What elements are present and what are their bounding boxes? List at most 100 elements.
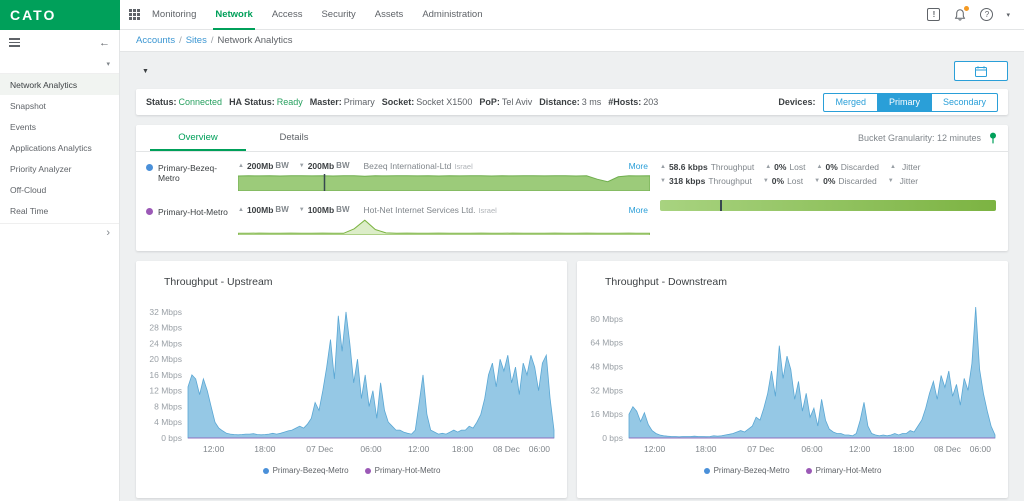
nav-item-access[interactable]: Access bbox=[272, 0, 303, 30]
svg-text:18:00: 18:00 bbox=[254, 444, 276, 454]
site-filter-dropdown-icon[interactable]: ▼ bbox=[136, 68, 149, 75]
sidebar-item-off-cloud[interactable]: Off-Cloud bbox=[0, 179, 119, 200]
content: ▼ Status:Connected HA Status:Ready Maste… bbox=[120, 52, 1024, 498]
help-icon[interactable]: ? bbox=[980, 8, 993, 21]
breadcrumb-current: Network Analytics bbox=[217, 35, 292, 46]
link-name-label: Primary-Hot-Metro bbox=[158, 207, 228, 217]
link-name-bezeq[interactable]: Primary-Bezeq-Metro bbox=[146, 158, 238, 202]
more-link[interactable]: More bbox=[629, 205, 650, 215]
legend-item-hot[interactable]: Primary-Hot-Metro bbox=[806, 466, 882, 475]
legend-dot bbox=[365, 468, 371, 474]
legend-label: Primary-Bezeq-Metro bbox=[273, 466, 349, 475]
svg-text:06:00: 06:00 bbox=[360, 444, 382, 454]
svg-text:06:00: 06:00 bbox=[528, 444, 550, 454]
main-nav: Monitoring Network Access Security Asset… bbox=[152, 0, 483, 30]
legend-dot bbox=[263, 468, 269, 474]
svg-text:12:00: 12:00 bbox=[848, 444, 870, 454]
cato-logo[interactable]: CATO bbox=[0, 0, 120, 30]
upstream-bw: ▲ 100Mb BW bbox=[238, 205, 289, 215]
legend-item-hot[interactable]: Primary-Hot-Metro bbox=[365, 466, 441, 475]
chart-legend: Primary-Bezeq-Metro Primary-Hot-Metro bbox=[577, 466, 1008, 475]
svg-text:18:00: 18:00 bbox=[892, 444, 914, 454]
nav-item-administration[interactable]: Administration bbox=[422, 0, 482, 30]
breadcrumb-separator: / bbox=[211, 35, 214, 46]
chevron-right-icon: › bbox=[106, 227, 110, 239]
sidebar-item-events[interactable]: Events bbox=[0, 116, 119, 137]
legend-dot bbox=[704, 468, 710, 474]
legend-label: Primary-Hot-Metro bbox=[816, 466, 882, 475]
nav-item-assets[interactable]: Assets bbox=[375, 0, 404, 30]
sidebar-item-snapshot[interactable]: Snapshot bbox=[0, 95, 119, 116]
master-field: Master:Primary bbox=[310, 97, 375, 107]
link-name-hot[interactable]: Primary-Hot-Metro bbox=[146, 202, 238, 246]
devices-label: Devices: bbox=[778, 97, 815, 107]
app-root: CATO Monitoring Network Access Security … bbox=[0, 0, 1024, 501]
up-arrow-icon: ▲ bbox=[660, 164, 666, 170]
link-detail-hot: ▲ 100Mb BW ▼ 100Mb BW Ho bbox=[238, 202, 650, 246]
tab-details[interactable]: Details bbox=[246, 125, 342, 151]
svg-text:32 Mbps: 32 Mbps bbox=[590, 385, 623, 395]
nav-item-network[interactable]: Network bbox=[215, 0, 252, 30]
downstream-bw: ▼ 200Mb BW bbox=[299, 161, 350, 171]
up-arrow-icon: ▲ bbox=[890, 164, 896, 170]
notification-badge bbox=[964, 6, 969, 11]
more-link[interactable]: More bbox=[629, 161, 650, 171]
pin-icon[interactable] bbox=[988, 132, 998, 144]
menu-icon[interactable] bbox=[9, 38, 20, 47]
upstream-chart-card: Throughput - Upstream 0 bps4 Mbps8 Mbps1… bbox=[136, 261, 567, 498]
main-area: Accounts / Sites / Network Analytics ▼ bbox=[120, 30, 1024, 501]
up-arrow-icon: ▲ bbox=[817, 164, 823, 170]
top-bar: CATO Monitoring Network Access Security … bbox=[0, 0, 1024, 30]
downstream-chart: 0 bps16 Mbps32 Mbps48 Mbps64 Mbps80 Mbps… bbox=[583, 292, 1003, 464]
breadcrumb-sites[interactable]: Sites bbox=[186, 35, 207, 46]
quality-bar bbox=[660, 200, 996, 211]
down-arrow-icon: ▼ bbox=[888, 178, 894, 184]
nav-item-security[interactable]: Security bbox=[321, 0, 355, 30]
legend-label: Primary-Hot-Metro bbox=[375, 466, 441, 475]
link-detail-bezeq: ▲ 200Mb BW ▼ 200Mb BW Be bbox=[238, 158, 650, 202]
quality-bar-marker[interactable] bbox=[720, 200, 722, 211]
apps-grid-glyph bbox=[129, 9, 140, 20]
down-arrow-icon: ▼ bbox=[660, 178, 666, 184]
breadcrumb-accounts[interactable]: Accounts bbox=[136, 35, 175, 46]
breadcrumb-separator: / bbox=[179, 35, 182, 46]
legend-item-bezeq[interactable]: Primary-Bezeq-Metro bbox=[263, 466, 349, 475]
svg-text:28 Mbps: 28 Mbps bbox=[149, 323, 182, 333]
up-arrow-icon: ▲ bbox=[238, 207, 244, 213]
socket-field: Socket:Socket X1500 bbox=[382, 97, 473, 107]
sidebar-item-priority-analyzer[interactable]: Priority Analyzer bbox=[0, 158, 119, 179]
apps-grid-icon[interactable] bbox=[129, 9, 140, 20]
sidebar-item-applications-analytics[interactable]: Applications Analytics bbox=[0, 137, 119, 158]
tabs-row: Overview Details Bucket Granularity: 12 … bbox=[136, 125, 1008, 152]
legend-item-bezeq[interactable]: Primary-Bezeq-Metro bbox=[704, 466, 790, 475]
filter-row: ▼ bbox=[136, 60, 1008, 82]
hosts-field: #Hosts:203 bbox=[608, 97, 658, 107]
collapse-sidebar-icon[interactable]: ← bbox=[99, 37, 110, 49]
devices-secondary-button[interactable]: Secondary bbox=[931, 93, 998, 112]
devices-button-group: Merged Primary Secondary bbox=[823, 93, 998, 112]
top-bar-actions: ! ? ▾ bbox=[927, 8, 1024, 22]
svg-text:0 bps: 0 bps bbox=[161, 433, 182, 443]
devices-merged-button[interactable]: Merged bbox=[823, 93, 878, 112]
svg-text:12:00: 12:00 bbox=[202, 444, 224, 454]
upstream-chart: 0 bps4 Mbps8 Mbps12 Mbps16 Mbps20 Mbps24… bbox=[142, 292, 562, 464]
tab-overview[interactable]: Overview bbox=[150, 125, 246, 151]
status-field: Status:Connected bbox=[146, 97, 222, 107]
link-color-dot bbox=[146, 208, 153, 215]
sidebar-item-network-analytics[interactable]: Network Analytics bbox=[0, 74, 119, 95]
downstream-chart-card: Throughput - Downstream 0 bps16 Mbps32 M… bbox=[577, 261, 1008, 498]
down-arrow-icon: ▼ bbox=[299, 207, 305, 213]
announcement-icon[interactable]: ! bbox=[927, 8, 940, 21]
sidebar-section-toggle[interactable]: ▾ bbox=[0, 55, 119, 74]
nav-item-monitoring[interactable]: Monitoring bbox=[152, 0, 196, 30]
breadcrumb: Accounts / Sites / Network Analytics bbox=[120, 30, 1024, 52]
notifications-bell-icon[interactable] bbox=[953, 8, 967, 22]
isp-country: Israel bbox=[454, 162, 472, 171]
svg-text:12:00: 12:00 bbox=[643, 444, 665, 454]
sidebar-expand-control[interactable]: › bbox=[0, 223, 119, 242]
devices-primary-button[interactable]: Primary bbox=[877, 93, 932, 112]
svg-text:80 Mbps: 80 Mbps bbox=[590, 314, 623, 324]
date-range-button[interactable] bbox=[954, 61, 1008, 81]
account-chevron-down-icon[interactable]: ▾ bbox=[1006, 11, 1010, 19]
sidebar-item-real-time[interactable]: Real Time bbox=[0, 200, 119, 221]
